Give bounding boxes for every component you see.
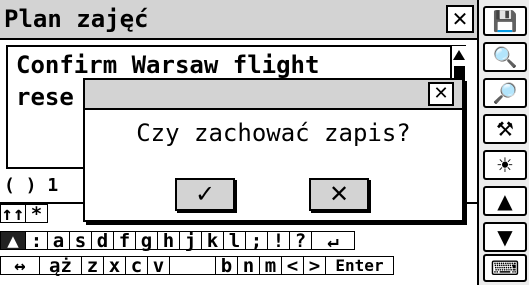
key-toggle[interactable]: ↔: [0, 256, 40, 276]
dialog-message: Czy zachować zapis?: [136, 119, 411, 147]
key[interactable]: !: [268, 231, 290, 251]
key[interactable]: v: [148, 256, 170, 276]
key[interactable]: n: [238, 256, 260, 276]
keyboard-row-3: ↔ ąż z x c v b n m < > Enter: [0, 256, 477, 276]
key[interactable]: h: [158, 231, 180, 251]
confirm-button[interactable]: ✓: [175, 178, 235, 211]
key[interactable]: s: [70, 231, 92, 251]
key[interactable]: m: [260, 256, 282, 276]
dialog-title-bar: ✕: [85, 80, 462, 110]
scroll-up-icon: ▲: [497, 189, 513, 213]
note-line-2: rese: [16, 83, 74, 111]
window-title: Plan zajęć: [4, 5, 149, 33]
key[interactable]: :: [26, 231, 48, 251]
key-return[interactable]: ↵: [312, 231, 355, 251]
scroll-up-button[interactable]: ▲: [483, 186, 527, 216]
key[interactable]: d: [92, 231, 114, 251]
close-icon: ✕: [328, 180, 350, 208]
scroll-down-button[interactable]: ▼: [483, 222, 527, 252]
checkmark-icon: ✓: [194, 180, 216, 208]
key[interactable]: g: [136, 231, 158, 251]
search-icon: 🔎: [492, 81, 518, 105]
format-bar-text[interactable]: ( ) 1: [4, 173, 58, 199]
dialog-close-button[interactable]: ✕: [428, 82, 454, 106]
key[interactable]: a: [48, 231, 70, 251]
title-bar: Plan zajęć ✕: [0, 0, 477, 40]
scroll-up-arrow-icon: [453, 50, 465, 60]
side-toolbar: 💾 🔍 🔎 ⚒ ☀ ▲ ▼ ⌨: [477, 0, 529, 285]
window-close-button[interactable]: ✕: [446, 5, 474, 33]
key[interactable]: k: [202, 231, 224, 251]
find-replace-button[interactable]: 🔍: [483, 42, 527, 72]
key[interactable]: c: [126, 256, 148, 276]
find-replace-icon: 🔍: [492, 45, 518, 69]
search-button[interactable]: 🔎: [483, 78, 527, 108]
key[interactable]: ;: [246, 231, 268, 251]
key[interactable]: j: [180, 231, 202, 251]
close-icon: ✕: [451, 7, 469, 31]
key-diacritics[interactable]: ąż: [40, 256, 82, 276]
confirm-dialog: ✕ Czy zachować zapis? ✓ ✕: [83, 78, 464, 222]
keyboard-icon: ⌨: [490, 256, 520, 280]
key[interactable]: ↑↑: [0, 204, 26, 224]
scroll-down-icon: ▼: [497, 225, 513, 249]
save-icon: 💾: [492, 9, 518, 33]
keyboard-button[interactable]: ⌨: [483, 254, 527, 282]
key[interactable]: *: [26, 204, 48, 224]
save-button[interactable]: 💾: [483, 6, 527, 36]
key[interactable]: <: [282, 256, 304, 276]
tools-icon: ⚒: [496, 117, 514, 141]
key[interactable]: z: [82, 256, 104, 276]
note-line-1: Confirm Warsaw flight: [16, 51, 320, 79]
light-icon: ☀: [496, 153, 514, 177]
key[interactable]: b: [216, 256, 238, 276]
cancel-button[interactable]: ✕: [309, 178, 369, 211]
close-icon: ✕: [433, 83, 449, 104]
key-space[interactable]: [170, 256, 216, 275]
light-button[interactable]: ☀: [483, 150, 527, 180]
key[interactable]: ?: [290, 231, 312, 251]
tools-button[interactable]: ⚒: [483, 114, 527, 144]
key-enter[interactable]: Enter: [326, 256, 394, 275]
key-shift[interactable]: ▲: [0, 231, 26, 251]
keyboard-row-2: ▲ : a s d f g h j k l ; ! ? ↵: [0, 231, 477, 251]
key[interactable]: l: [224, 231, 246, 251]
key[interactable]: x: [104, 256, 126, 276]
key[interactable]: f: [114, 231, 136, 251]
key[interactable]: >: [304, 256, 326, 276]
